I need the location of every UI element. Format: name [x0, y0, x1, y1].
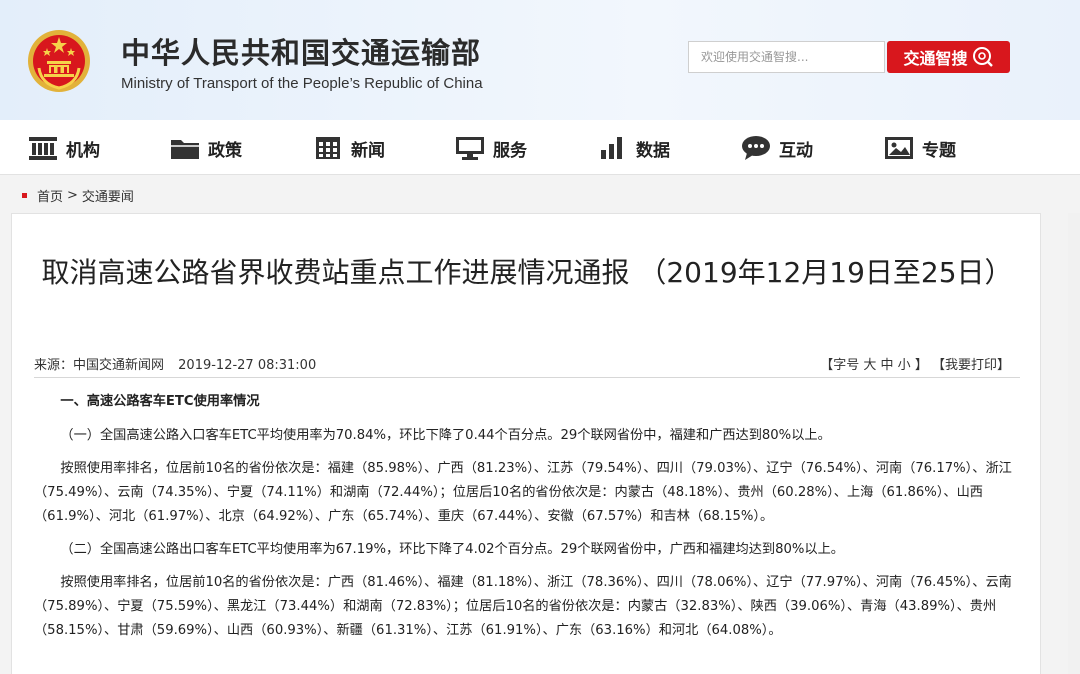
article-meta: 来源：中国交通新闻网 2019-12-27 08:31:00 — [34, 354, 316, 373]
nav-item-label: 数据 — [636, 140, 670, 161]
nav-item-topics[interactable]: 专题 — [884, 133, 956, 163]
article-paragraph: （一）全国高速公路入口客车ETC平均使用率为70.84%，环比下降了0.44个百… — [60, 428, 831, 443]
search-icon — [972, 47, 993, 67]
nav-item-institution[interactable]: 机构 — [28, 133, 100, 163]
site-subtitle: Ministry of Transport of the People’s Re… — [121, 75, 483, 92]
image-icon — [885, 137, 913, 159]
section-heading: 一、高速公路客车ETC使用率情况 — [60, 394, 260, 409]
news-grid-icon — [316, 137, 340, 159]
nav-item-service[interactable]: 服务 — [455, 133, 527, 163]
nav-item-data[interactable]: 数据 — [598, 133, 670, 163]
folder-icon — [171, 140, 199, 159]
main-nav: 机构 政策 新闻 服务 数据 互动 专题 — [0, 120, 1080, 175]
article-body: 一、高速公路客车ETC使用率情况 （一）全国高速公路入口客车ETC平均使用率为7… — [34, 390, 1020, 652]
search-button[interactable]: 交通智搜 — [887, 41, 1010, 73]
institution-icon — [29, 137, 57, 160]
font-size-medium-button[interactable]: 中 — [881, 358, 894, 373]
chat-bubble-icon — [742, 136, 770, 160]
article-source: 来源：中国交通新闻网 — [34, 358, 165, 373]
search-input[interactable] — [688, 41, 885, 73]
article-paragraph: （二）全国高速公路出口客车ETC平均使用率为67.19%，环比下降了4.02个百… — [60, 542, 844, 557]
font-size-label: 【字号 — [820, 358, 860, 373]
breadcrumb-bullet-icon — [22, 193, 27, 198]
font-size-small-button[interactable]: 小 — [898, 358, 911, 373]
font-size-large-button[interactable]: 大 — [863, 358, 876, 373]
national-emblem-icon — [28, 30, 90, 92]
breadcrumb-home-link[interactable]: 首页 — [37, 186, 63, 205]
article-title: 取消高速公路省界收费站重点工作进展情况通报 （2019年12月19日至25日） — [41, 256, 1013, 289]
nav-item-label: 互动 — [779, 140, 813, 161]
meta-divider — [34, 377, 1020, 378]
breadcrumb: 首页 > 交通要闻 — [22, 186, 134, 205]
nav-item-news[interactable]: 新闻 — [313, 133, 385, 163]
monitor-icon — [456, 137, 484, 160]
search-button-label: 交通智搜 — [903, 49, 968, 68]
nav-item-policy[interactable]: 政策 — [170, 133, 242, 163]
article-container: 取消高速公路省界收费站重点工作进展情况通报 （2019年12月19日至25日） … — [11, 213, 1041, 674]
article-paragraph: 按照使用率排名，位居前10名的省份依次是：广西（81.46%）、福建（81.18… — [34, 575, 1012, 638]
breadcrumb-current-link[interactable]: 交通要闻 — [82, 186, 134, 205]
page-scrollbar[interactable] — [1068, 213, 1080, 674]
site-title: 中华人民共和国交通运输部 — [121, 36, 482, 70]
article-date: 2019-12-27 08:31:00 — [178, 358, 317, 373]
nav-item-label: 服务 — [493, 140, 527, 161]
nav-item-label: 新闻 — [351, 140, 385, 161]
site-header: 中华人民共和国交通运输部 Ministry of Transport of th… — [0, 0, 1080, 120]
nav-item-interaction[interactable]: 互动 — [741, 133, 813, 163]
print-button[interactable]: 【我要打印】 — [932, 358, 1010, 373]
article-tools: 【字号 大 中 小 】 【我要打印】 — [820, 354, 1010, 373]
nav-item-label: 专题 — [922, 140, 956, 161]
nav-item-label: 机构 — [66, 140, 100, 161]
article-paragraph: 按照使用率排名，位居前10名的省份依次是：福建（85.98%）、广西（81.23… — [34, 461, 1012, 524]
font-size-close: 】 — [914, 358, 928, 373]
breadcrumb-separator: > — [67, 188, 78, 203]
nav-item-label: 政策 — [208, 140, 242, 161]
bar-chart-icon — [601, 137, 622, 159]
